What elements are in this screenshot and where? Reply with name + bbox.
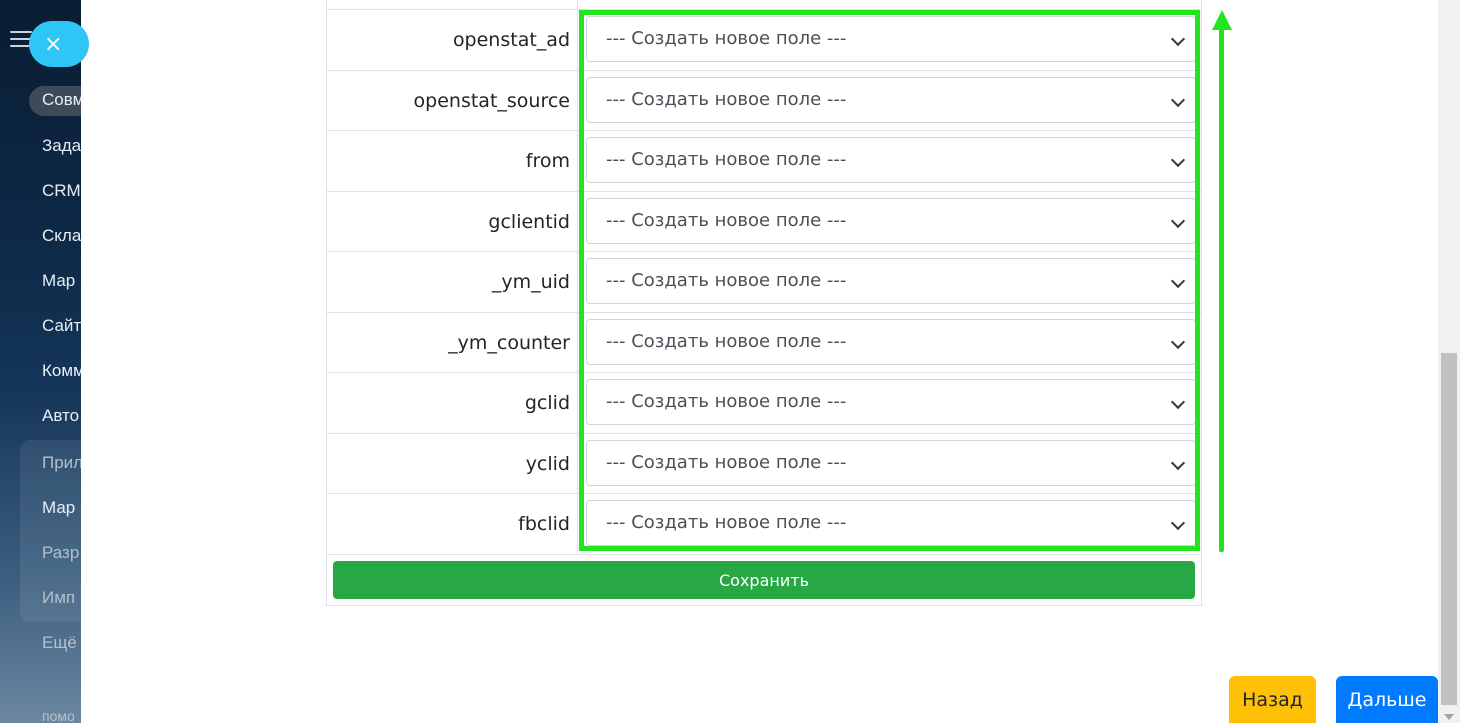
chevron-down-icon (1170, 273, 1186, 289)
select-value: --- Создать новое поле --- (606, 391, 847, 412)
sidebar-item-apps[interactable]: Прил (42, 453, 81, 473)
scrollbar[interactable] (1438, 0, 1460, 723)
table-row: from --- Создать новое поле --- (327, 130, 1201, 191)
field-label: openstat_source (413, 90, 570, 112)
field-label: gclientid (488, 211, 570, 233)
table-row: gclid --- Создать новое поле --- (327, 372, 1201, 433)
field-select[interactable]: --- Создать новое поле --- (586, 440, 1196, 486)
chevron-down-icon (1170, 92, 1186, 108)
chevron-down-icon (1170, 31, 1186, 47)
field-label: _ym_uid (491, 271, 570, 293)
sidebar-item-import[interactable]: Имп (42, 588, 75, 608)
sidebar-item-more[interactable]: Ещё (42, 633, 77, 653)
table-row: openstat_ad --- Создать новое поле --- (327, 9, 1201, 70)
save-button[interactable]: Сохранить (333, 561, 1195, 599)
field-select[interactable]: --- Создать новое поле --- (586, 319, 1196, 365)
field-select[interactable]: --- Создать новое поле --- (586, 198, 1196, 244)
sidebar-item-tasks[interactable]: Зада (42, 136, 81, 156)
field-select[interactable]: --- Создать новое поле --- (586, 137, 1196, 183)
table-row: _ym_counter --- Создать новое поле --- (327, 312, 1201, 373)
sidebar-item-sites[interactable]: Сайт (42, 316, 81, 336)
sidebar-item-crm[interactable]: CRM (42, 181, 81, 201)
table-row: openstat_source --- Создать новое поле -… (327, 70, 1201, 131)
table-row: _ym_uid --- Создать новое поле --- (327, 251, 1201, 312)
select-value: --- Создать новое поле --- (606, 210, 847, 231)
sidebar-item-marketing[interactable]: Мар (42, 271, 75, 291)
sidebar-item-company[interactable]: Комм (42, 361, 81, 381)
field-label: yclid (525, 453, 570, 475)
next-button[interactable]: Дальше (1336, 676, 1438, 723)
field-select[interactable]: --- Создать новое поле --- (586, 379, 1196, 425)
table-row-partial (327, 0, 1201, 9)
select-value: --- Создать новое поле --- (606, 512, 847, 533)
field-label: from (525, 150, 570, 172)
sidebar-item-collab[interactable]: Совм (42, 90, 81, 110)
chevron-down-icon (1170, 515, 1186, 531)
chevron-down-icon (1170, 152, 1186, 168)
table-row: yclid --- Создать новое поле --- (327, 433, 1201, 494)
field-select[interactable]: --- Создать новое поле --- (586, 500, 1196, 546)
select-value: --- Создать новое поле --- (606, 89, 847, 110)
field-label: fbclid (518, 513, 570, 535)
sidebar-item-help[interactable]: помо (42, 708, 75, 723)
select-value: --- Создать новое поле --- (606, 149, 847, 170)
field-select[interactable]: --- Создать новое поле --- (586, 77, 1196, 123)
field-label: gclid (524, 392, 570, 414)
chevron-down-icon (1170, 213, 1186, 229)
sidebar-item-market[interactable]: Мар (42, 498, 75, 518)
field-select[interactable]: --- Создать новое поле --- (586, 258, 1196, 304)
save-row: Сохранить (327, 554, 1201, 607)
chevron-down-icon (1170, 394, 1186, 410)
select-value: --- Создать новое поле --- (606, 28, 847, 49)
select-value: --- Создать новое поле --- (606, 331, 847, 352)
sidebar-item-dev[interactable]: Разр (42, 543, 79, 563)
table-row: gclientid --- Создать новое поле --- (327, 191, 1201, 252)
field-select[interactable]: --- Создать новое поле --- (586, 16, 1196, 62)
select-value: --- Создать новое поле --- (606, 270, 847, 291)
field-mapping-table: openstat_ad --- Создать новое поле --- o… (326, 0, 1202, 606)
close-slider-button[interactable]: × (29, 21, 89, 67)
sidebar-item-automation[interactable]: Авто (42, 406, 79, 426)
chevron-down-icon (1170, 334, 1186, 350)
close-icon: × (44, 31, 63, 57)
arrow-shaft (1219, 26, 1224, 552)
field-label: _ym_counter (448, 332, 570, 354)
field-label: openstat_ad (452, 29, 570, 51)
back-button[interactable]: Назад (1229, 676, 1316, 723)
left-sidebar: Совм Зада CRM Скла Мар Сайт Комм Авто Пр… (0, 0, 81, 723)
scroll-down-icon[interactable] (1444, 714, 1454, 720)
table-row: fbclid --- Создать новое поле --- (327, 493, 1201, 554)
scrollbar-thumb[interactable] (1441, 353, 1457, 705)
select-value: --- Создать новое поле --- (606, 452, 847, 473)
sidebar-item-warehouse[interactable]: Скла (42, 226, 81, 246)
chevron-down-icon (1170, 455, 1186, 471)
